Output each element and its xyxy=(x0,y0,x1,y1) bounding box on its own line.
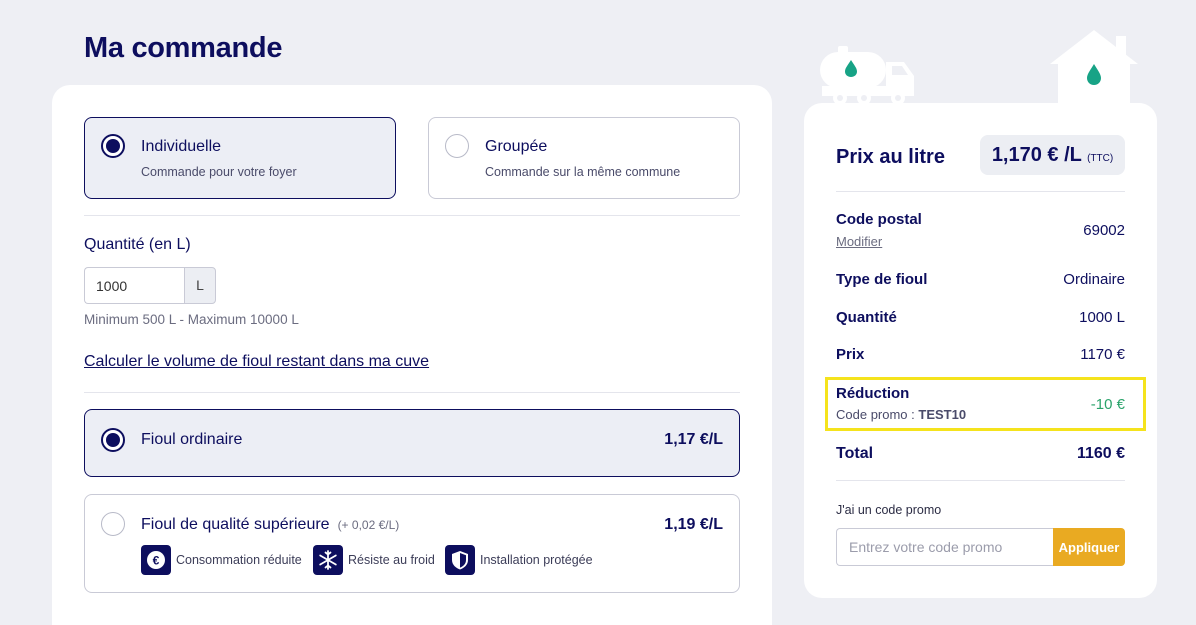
divider xyxy=(836,191,1125,192)
apply-promo-button[interactable]: Appliquer xyxy=(1053,528,1125,566)
fuel-ordinary-price: 1,17 €/L xyxy=(664,431,723,448)
modify-postal-code-link[interactable]: Modifier xyxy=(836,234,882,249)
quantity-input[interactable] xyxy=(84,267,184,304)
quantity-label: Quantité (en L) xyxy=(84,236,191,253)
fuel-type-label: Type de fioul xyxy=(836,271,928,288)
price-per-liter-badge: 1,170 € /L (TTC) xyxy=(980,135,1125,175)
feature-protected-installation: Installation protégée xyxy=(445,545,593,575)
fuel-superior-title: Fioul de qualité supérieure (+ 0,02 €/L) xyxy=(141,516,399,534)
feature-cold-resistant: Résiste au froid xyxy=(313,545,435,575)
fuel-type-value: Ordinaire xyxy=(1063,271,1125,288)
fuel-option-superior[interactable]: Fioul de qualité supérieure (+ 0,02 €/L) … xyxy=(84,494,740,593)
order-type-group-subtitle: Commande sur la même commune xyxy=(485,165,681,179)
radio-fuel-superior[interactable] xyxy=(101,512,125,536)
fuel-superior-price: 1,19 €/L xyxy=(664,516,723,533)
price-label: Prix xyxy=(836,346,865,363)
radio-fuel-ordinary[interactable] xyxy=(101,428,125,452)
quantity-summary-label: Quantité xyxy=(836,309,897,326)
total-value: 1160 € xyxy=(1076,445,1125,462)
fuel-superior-name: Fioul de qualité supérieure xyxy=(141,516,330,533)
order-type-group[interactable]: Groupée Commande sur la même commune xyxy=(428,117,740,199)
house-icon xyxy=(1050,30,1138,106)
postal-code-label: Code postal xyxy=(836,211,922,228)
promo-code-value: TEST10 xyxy=(918,407,967,422)
reduction-value: -10 € xyxy=(1090,396,1125,413)
order-type-individual-subtitle: Commande pour votre foyer xyxy=(141,165,297,179)
radio-individual[interactable] xyxy=(101,134,125,158)
snowflake-icon xyxy=(313,545,343,575)
order-type-individual-title: Individuelle xyxy=(141,138,222,155)
fuel-ordinary-name: Fioul ordinaire xyxy=(141,431,243,448)
shield-icon xyxy=(445,545,475,575)
delivery-truck-icon xyxy=(820,46,914,105)
reduction-label: Réduction xyxy=(836,385,910,402)
price-per-liter-value: 1,170 € /L xyxy=(991,144,1082,166)
calculate-volume-link[interactable]: Calculer le volume de fioul restant dans… xyxy=(84,353,429,371)
promo-code-input[interactable] xyxy=(836,528,1054,566)
price-ttc-label: (TTC) xyxy=(1087,153,1114,164)
quantity-unit: L xyxy=(184,267,216,304)
euro-icon: € xyxy=(141,545,171,575)
divider xyxy=(836,480,1125,481)
promo-code-prefix: Code promo : xyxy=(836,407,915,422)
svg-text:€: € xyxy=(153,554,160,568)
price-value: 1170 € xyxy=(1080,346,1125,363)
divider xyxy=(84,392,740,393)
divider xyxy=(84,215,740,216)
order-form-card: Individuelle Commande pour votre foyer G… xyxy=(52,85,772,625)
price-per-liter-title: Prix au litre xyxy=(836,146,945,168)
radio-group[interactable] xyxy=(445,134,469,158)
page-title: Ma commande xyxy=(84,32,283,64)
postal-code-value: 69002 xyxy=(1083,222,1125,239)
quantity-summary-value: 1000 L xyxy=(1079,309,1125,326)
feature-label: Installation protégée xyxy=(480,553,593,567)
fuel-option-ordinary[interactable]: Fioul ordinaire 1,17 €/L xyxy=(84,409,740,477)
quantity-hint: Minimum 500 L - Maximum 10000 L xyxy=(84,312,299,327)
total-label: Total xyxy=(836,445,874,462)
promo-code-label: J'ai un code promo xyxy=(836,503,942,517)
applied-promo-code: Code promo : TEST10 xyxy=(836,407,966,422)
order-summary-card: Prix au litre 1,170 € /L (TTC) Code post… xyxy=(804,103,1157,598)
order-type-individual[interactable]: Individuelle Commande pour votre foyer xyxy=(84,117,396,199)
feature-label: Consommation réduite xyxy=(176,553,302,567)
feature-reduced-consumption: € Consommation réduite xyxy=(141,545,302,575)
feature-label: Résiste au froid xyxy=(348,553,435,567)
fuel-superior-extra: (+ 0,02 €/L) xyxy=(337,518,400,532)
order-type-group-title: Groupée xyxy=(485,138,548,155)
